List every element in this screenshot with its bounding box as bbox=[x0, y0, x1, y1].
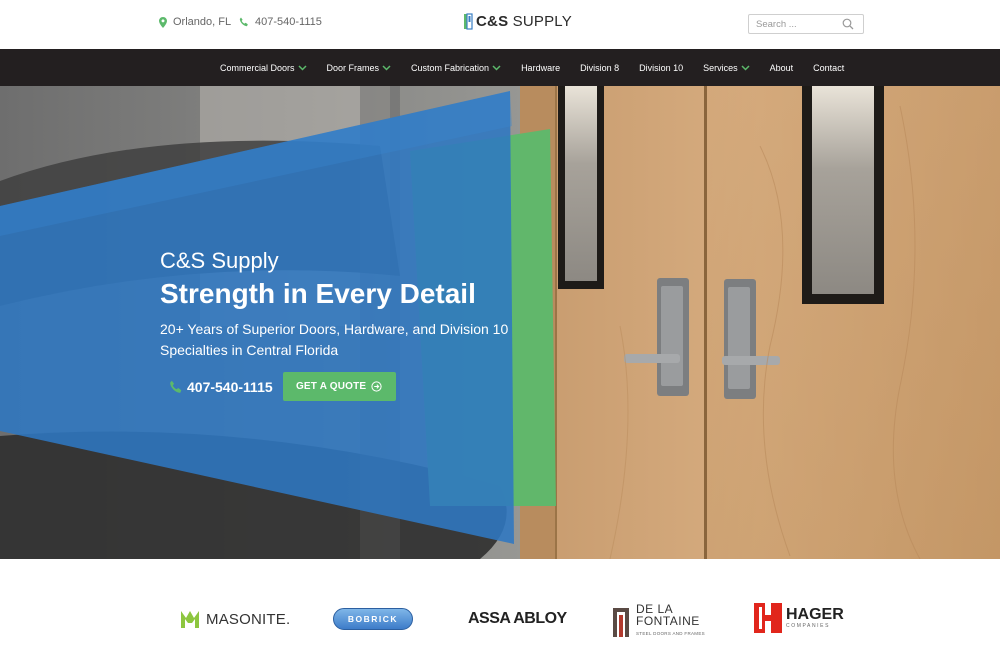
location-info: Orlando, FL bbox=[159, 16, 231, 28]
masonite-logo[interactable]: MASONITE. bbox=[180, 609, 290, 629]
get-a-quote-button[interactable]: GET A QUOTE bbox=[282, 372, 396, 401]
phone-icon bbox=[170, 380, 182, 393]
nav-item-custom-fabrication[interactable]: Custom Fabrication bbox=[411, 63, 501, 73]
chevron-down-icon bbox=[382, 64, 391, 71]
chevron-down-icon bbox=[492, 64, 501, 71]
search-icon[interactable] bbox=[842, 18, 854, 30]
hager-logo[interactable]: HAGER COMPANIES bbox=[754, 603, 844, 633]
masonite-mark-icon bbox=[181, 611, 199, 628]
nav-item-label: About bbox=[769, 62, 794, 73]
top-phone-text: 407-540-1115 bbox=[255, 16, 322, 28]
de-la-fontaine-tagline: STEEL DOORS AND FRAMES bbox=[636, 631, 705, 636]
phone-icon bbox=[239, 17, 248, 27]
hero-cta-row: 407-540-1115 GET A QUOTE bbox=[169, 372, 396, 401]
brand-logos-strip: MASONITE. BOBRICK ASSA ABLOY DE LA FONTA… bbox=[0, 559, 1000, 666]
hero-phone-text: 407-540-1115 bbox=[187, 378, 273, 395]
nav-item-label: Door Frames bbox=[326, 62, 380, 73]
search-box bbox=[748, 14, 864, 34]
chevron-down-icon bbox=[297, 64, 307, 71]
nav-item-label: Division 10 bbox=[639, 62, 684, 73]
nav-item-label: Services bbox=[703, 62, 738, 73]
hero-banner: C&S Supply Strength in Every Detail 20+ … bbox=[0, 86, 1000, 559]
hager-tagline: COMPANIES bbox=[786, 623, 831, 629]
nav-item-contact[interactable]: Contact bbox=[813, 63, 844, 73]
nav-item-commercial-doors[interactable]: Commercial Doors bbox=[220, 63, 307, 73]
nav-item-label: Custom Fabrication bbox=[411, 62, 490, 73]
nav-item-label: Hardware bbox=[521, 62, 561, 73]
main-nav: Commercial Doors Door Frames Custom Fabric… bbox=[0, 49, 1000, 86]
map-pin-icon bbox=[159, 16, 167, 28]
hero-headline: Strength in Every Detail bbox=[160, 278, 476, 309]
hager-text: HAGER bbox=[786, 606, 844, 623]
nav-item-hardware[interactable]: Hardware bbox=[521, 63, 560, 73]
door-logo-icon bbox=[464, 13, 473, 30]
nav-item-division-10[interactable]: Division 10 bbox=[639, 63, 683, 73]
assa-abloy-logo[interactable]: ASSA ABLOY bbox=[468, 610, 567, 628]
search-input[interactable] bbox=[749, 15, 839, 33]
arrow-circle-right-icon bbox=[371, 381, 382, 392]
nav-item-about[interactable]: About bbox=[770, 63, 794, 73]
masonite-text: MASONITE. bbox=[206, 610, 291, 628]
de-la-fontaine-line2: FONTAINE bbox=[636, 614, 700, 628]
chevron-down-icon bbox=[741, 64, 750, 71]
get-a-quote-label: GET A QUOTE bbox=[295, 381, 367, 392]
hero-text-block: C&S Supply Strength in Every Detail 20+ … bbox=[160, 248, 540, 361]
hero-subline: 20+ Years of Superior Doors, Hardware, a… bbox=[160, 321, 509, 358]
nav-item-division-8[interactable]: Division 8 bbox=[580, 63, 619, 73]
nav-item-label: Commercial Doors bbox=[220, 62, 295, 73]
site-logo[interactable]: C&S SUPPLY bbox=[463, 13, 572, 30]
bobrick-text: BOBRICK bbox=[333, 608, 413, 630]
de-la-fontaine-logo[interactable]: DE LA FONTAINE STEEL DOORS AND FRAMES bbox=[612, 603, 705, 640]
nav-item-label: Division 8 bbox=[580, 62, 620, 73]
nav-item-door-frames[interactable]: Door Frames bbox=[327, 63, 392, 73]
assa-abloy-text: ASSA ABLOY bbox=[468, 610, 567, 627]
hero-eyebrow: C&S Supply bbox=[160, 248, 279, 273]
door-frame-mark-icon bbox=[613, 607, 629, 637]
logo-word: SUPPLY bbox=[512, 13, 572, 30]
nav-item-label: Contact bbox=[813, 62, 845, 73]
top-phone-link[interactable]: 407-540-1115 bbox=[239, 16, 322, 28]
nav-item-services[interactable]: Services bbox=[703, 63, 750, 73]
hager-mark-icon bbox=[754, 603, 782, 633]
logo-brand: C&S bbox=[476, 13, 509, 30]
main-nav-list: Commercial Doors Door Frames Custom Fabric… bbox=[220, 49, 864, 86]
bobrick-logo[interactable]: BOBRICK bbox=[333, 608, 413, 630]
top-bar: Orlando, FL 407-540-1115 C&S SUPPLY bbox=[0, 0, 1000, 49]
hero-phone-link[interactable]: 407-540-1115 bbox=[169, 379, 273, 395]
location-text: Orlando, FL bbox=[173, 16, 232, 28]
